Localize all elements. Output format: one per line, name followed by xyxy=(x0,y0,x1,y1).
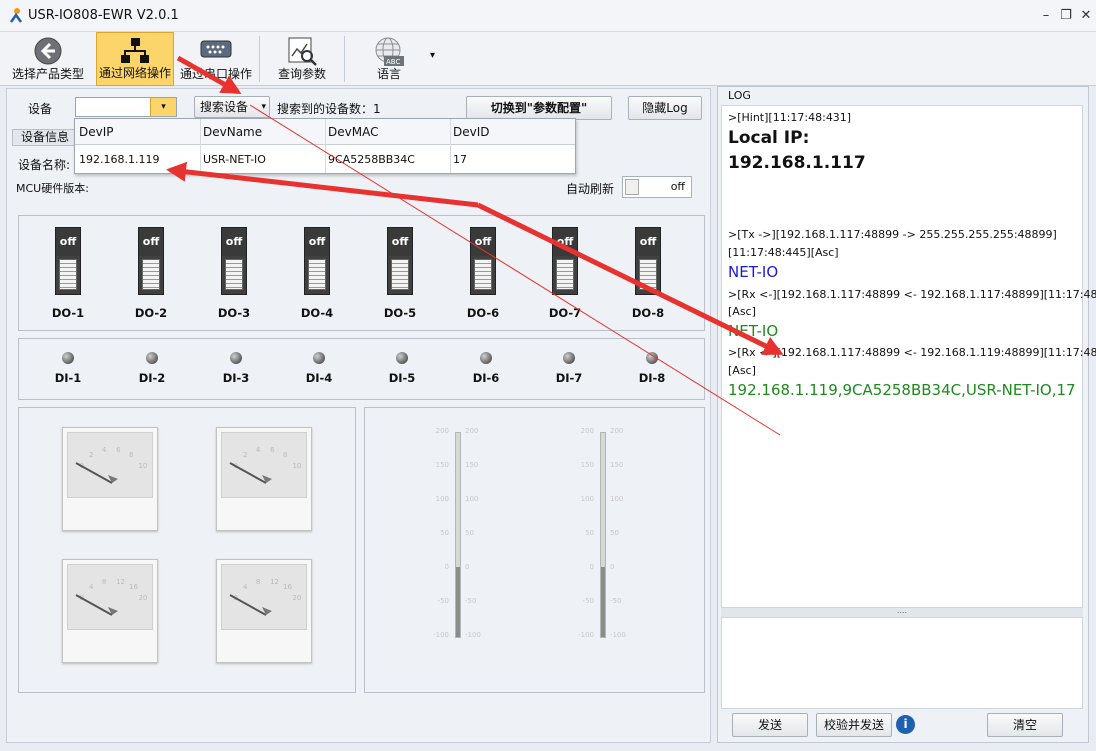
annotation-line xyxy=(249,104,781,436)
annotation-overlay xyxy=(166,55,784,436)
annotation-arrow xyxy=(166,161,479,208)
annotation-arrow xyxy=(476,202,784,356)
annotation-arrow xyxy=(176,55,242,95)
